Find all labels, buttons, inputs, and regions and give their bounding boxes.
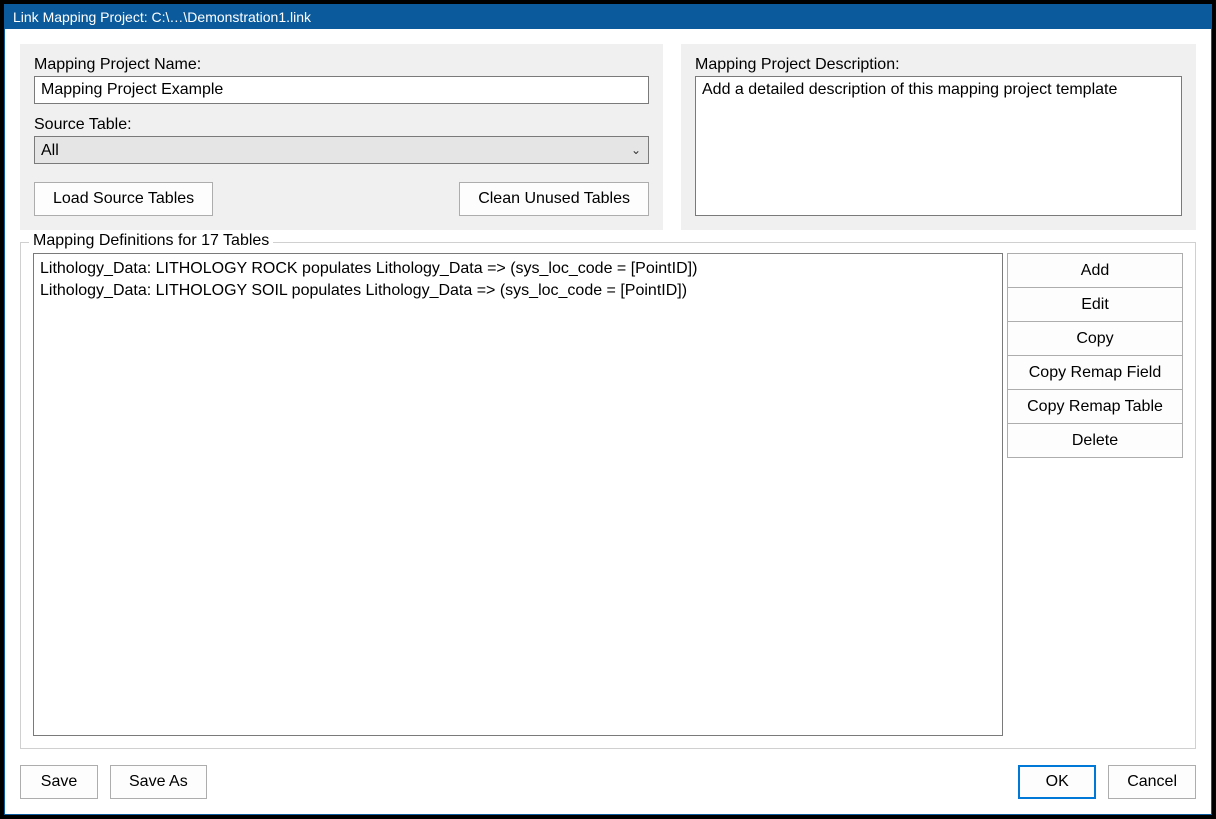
source-buttons-row: Load Source Tables Clean Unused Tables xyxy=(34,182,649,216)
delete-button[interactable]: Delete xyxy=(1007,423,1183,458)
project-name-label: Mapping Project Name: xyxy=(34,56,649,74)
bottom-left-buttons: Save Save As xyxy=(20,765,207,799)
save-as-button[interactable]: Save As xyxy=(110,765,207,799)
top-section: Mapping Project Name: Source Table: All … xyxy=(20,44,1196,230)
copy-button[interactable]: Copy xyxy=(1007,321,1183,356)
definitions-area: Lithology_Data: LITHOLOGY ROCK populates… xyxy=(33,253,1183,736)
window-title: Link Mapping Project: C:\…\Demonstration… xyxy=(13,9,311,25)
project-name-panel: Mapping Project Name: Source Table: All … xyxy=(20,44,663,230)
project-description-panel: Mapping Project Description: Add a detai… xyxy=(681,44,1196,230)
edit-button[interactable]: Edit xyxy=(1007,287,1183,322)
ok-button[interactable]: OK xyxy=(1018,765,1096,799)
source-table-select-wrap: All ⌄ xyxy=(34,136,649,164)
mapping-definitions-fieldset: Mapping Definitions for 17 Tables Lithol… xyxy=(20,242,1196,749)
add-button[interactable]: Add xyxy=(1007,253,1183,288)
list-item[interactable]: Lithology_Data: LITHOLOGY SOIL populates… xyxy=(40,280,996,302)
cancel-button[interactable]: Cancel xyxy=(1108,765,1196,799)
load-source-tables-button[interactable]: Load Source Tables xyxy=(34,182,213,216)
main-window: Link Mapping Project: C:\…\Demonstration… xyxy=(4,4,1212,815)
definition-action-buttons: Add Edit Copy Copy Remap Field Copy Rema… xyxy=(1007,253,1183,736)
project-name-input[interactable] xyxy=(34,76,649,104)
bottom-bar: Save Save As OK Cancel xyxy=(20,761,1196,799)
copy-remap-table-button[interactable]: Copy Remap Table xyxy=(1007,389,1183,424)
list-item[interactable]: Lithology_Data: LITHOLOGY ROCK populates… xyxy=(40,258,996,280)
bottom-right-buttons: OK Cancel xyxy=(1018,765,1196,799)
definitions-list[interactable]: Lithology_Data: LITHOLOGY ROCK populates… xyxy=(33,253,1003,736)
mapping-definitions-legend: Mapping Definitions for 17 Tables xyxy=(29,232,273,250)
source-table-label: Source Table: xyxy=(34,116,649,134)
project-description-textarea[interactable]: Add a detailed description of this mappi… xyxy=(695,76,1182,216)
source-table-select[interactable]: All xyxy=(34,136,649,164)
titlebar: Link Mapping Project: C:\…\Demonstration… xyxy=(5,5,1211,29)
clean-unused-tables-button[interactable]: Clean Unused Tables xyxy=(459,182,649,216)
copy-remap-field-button[interactable]: Copy Remap Field xyxy=(1007,355,1183,390)
content-area: Mapping Project Name: Source Table: All … xyxy=(5,29,1211,814)
save-button[interactable]: Save xyxy=(20,765,98,799)
project-description-label: Mapping Project Description: xyxy=(695,56,1182,74)
